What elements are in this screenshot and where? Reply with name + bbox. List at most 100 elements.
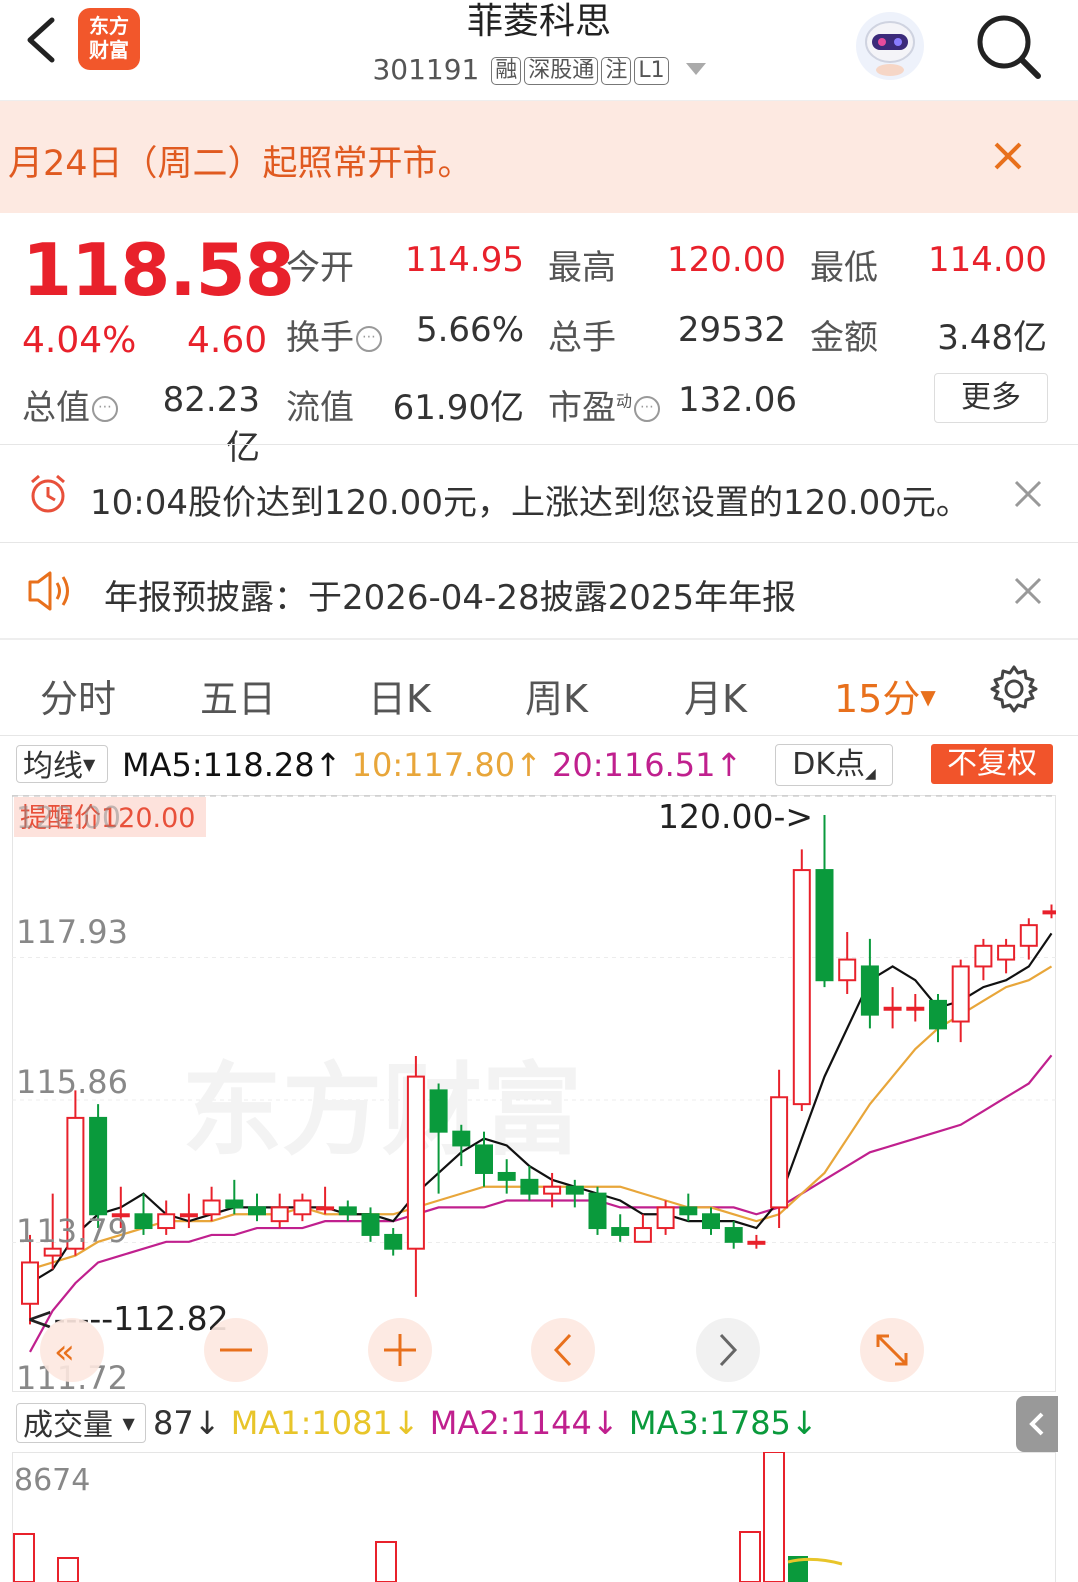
candle-body: [588, 1192, 607, 1230]
candle-body: [633, 1227, 652, 1243]
total-hands-value: 29532: [677, 310, 786, 350]
divider: [0, 638, 1078, 640]
zoom-in-button[interactable]: [368, 1318, 432, 1382]
y-tick-label: 117.93: [16, 913, 128, 951]
candle-body: [202, 1199, 221, 1216]
candle-body: [656, 1206, 675, 1230]
search-icon[interactable]: [972, 10, 1044, 82]
current-price: 118.58: [22, 228, 295, 312]
float-cap-label: 流值: [286, 388, 354, 428]
dropdown-arrow-icon: ▼: [920, 685, 936, 709]
candle-body: [406, 1075, 425, 1250]
alarm-clock-icon: [31, 474, 65, 513]
change-percent: 4.04%: [22, 320, 137, 361]
close-icon[interactable]: [988, 136, 1028, 176]
candle-body: [838, 958, 857, 982]
candle-body: [316, 1206, 335, 1211]
tag-registered: 注: [601, 57, 632, 85]
candle-body: [89, 1116, 108, 1216]
high-marker-label: 120.00->: [658, 797, 813, 836]
collapse-panel-button[interactable]: [1016, 1396, 1058, 1452]
no-adjust-button[interactable]: 不复权: [931, 744, 1053, 784]
ma-indicator-select[interactable]: 均线▼: [16, 745, 108, 784]
notice-text: 月24日（周二）起照常开市。: [8, 144, 473, 184]
candle-body: [1019, 924, 1038, 947]
vol-ma3: MA3:1785: [628, 1404, 791, 1442]
candle-body: [179, 1213, 198, 1218]
candle-body: [248, 1206, 266, 1216]
scroll-right-button[interactable]: [696, 1318, 760, 1382]
candle-body: [452, 1130, 471, 1147]
tab-five-day[interactable]: 五日: [200, 668, 276, 723]
dropdown-arrow-icon[interactable]: [685, 63, 706, 75]
price-alert-text: 10:04股价达到120.00元，上涨达到您设置的120.00元。: [90, 483, 970, 523]
ma20-value: 20:116.51: [552, 746, 716, 784]
volume-bar: [375, 1541, 397, 1582]
market-cap-value: 82.23亿: [162, 380, 260, 468]
market-cap-label: 总值 ⋯: [22, 380, 118, 429]
dropdown-arrow-icon: ▼: [83, 755, 96, 774]
tab-15-minute[interactable]: 15分▼: [834, 668, 936, 723]
high-label: 最高: [548, 248, 616, 288]
tab-daily-k[interactable]: 日K: [368, 668, 431, 723]
volume-indicator-select[interactable]: 成交量 ▼: [16, 1403, 146, 1443]
back-arrow-icon[interactable]: [20, 12, 60, 68]
volume-bar: [57, 1557, 79, 1582]
tab-intraday[interactable]: 分时: [40, 668, 116, 723]
scroll-left-fast-button[interactable]: «: [40, 1318, 104, 1382]
up-arrow-icon: ↑: [715, 746, 743, 784]
divider: [0, 735, 1078, 736]
dk-point-button[interactable]: DK点◢: [775, 744, 893, 786]
fullscreen-button[interactable]: [860, 1318, 924, 1382]
candle-body: [429, 1089, 448, 1133]
robot-assistant-icon[interactable]: [852, 8, 928, 84]
more-button[interactable]: 更多: [934, 373, 1048, 423]
pe-label: 市盈动 ⋯: [548, 380, 661, 429]
candle-body: [21, 1261, 39, 1305]
open-label: 今开: [286, 248, 354, 288]
candle-body: [1042, 910, 1056, 915]
info-icon[interactable]: ⋯: [634, 396, 661, 422]
info-icon[interactable]: ⋯: [92, 396, 118, 422]
speaker-icon: [28, 571, 69, 611]
close-icon[interactable]: [1012, 478, 1044, 510]
corner-triangle-icon: ◢: [865, 766, 876, 782]
market-notice-banner[interactable]: 月24日（周二）起照常开市。: [0, 101, 1078, 213]
vol-ma1: MA1:1081: [230, 1404, 393, 1442]
ma-values: MA5:118.28↑ 10:117.80↑ 20:116.51↑: [122, 746, 742, 784]
turnover-value: 5.66%: [415, 310, 524, 350]
info-icon[interactable]: ⋯: [356, 326, 382, 352]
y-tick-label: 115.86: [16, 1063, 128, 1101]
eastmoney-logo[interactable]: 东方 财富: [78, 8, 140, 70]
volume-chart[interactable]: 8674: [12, 1452, 1056, 1582]
zoom-out-button[interactable]: [204, 1318, 268, 1382]
divider: [0, 444, 1078, 445]
candle-body: [702, 1213, 720, 1230]
scroll-left-button[interactable]: [531, 1318, 595, 1382]
dropdown-arrow-icon: ▼: [122, 1414, 135, 1433]
candle-body: [611, 1227, 630, 1236]
candle-body: [497, 1171, 516, 1181]
tab-weekly-k[interactable]: 周K: [525, 668, 588, 723]
turnover-label-text: 换手: [286, 318, 354, 358]
down-arrow-icon: ↓: [392, 1404, 420, 1442]
amount-label: 金额: [810, 318, 878, 358]
candle-body: [565, 1185, 584, 1195]
divider: [0, 542, 1078, 543]
amount-value: 3.48亿: [937, 318, 1047, 358]
candle-body: [860, 965, 879, 1016]
down-arrow-icon: ↓: [790, 1404, 818, 1442]
candle-body: [475, 1144, 493, 1174]
candle-body: [747, 1240, 766, 1245]
tag-shenzhen-connect: 深股通: [524, 57, 599, 85]
candle-body: [883, 1006, 902, 1011]
close-icon[interactable]: [1012, 575, 1044, 607]
tab-monthly-k[interactable]: 月K: [684, 668, 747, 723]
ma5-value: MA5:118.28: [122, 746, 315, 784]
settings-gear-icon[interactable]: [988, 663, 1040, 715]
candle-body: [951, 965, 970, 1023]
double-chevron-left-icon: «: [54, 1332, 75, 1372]
tag-margin: 融: [491, 57, 522, 85]
kline-chart[interactable]: 东方财富 提醒价120.00 120.00 120.00-> <-----112…: [12, 795, 1056, 1392]
tab-15-minute-label: 15分: [834, 677, 921, 721]
